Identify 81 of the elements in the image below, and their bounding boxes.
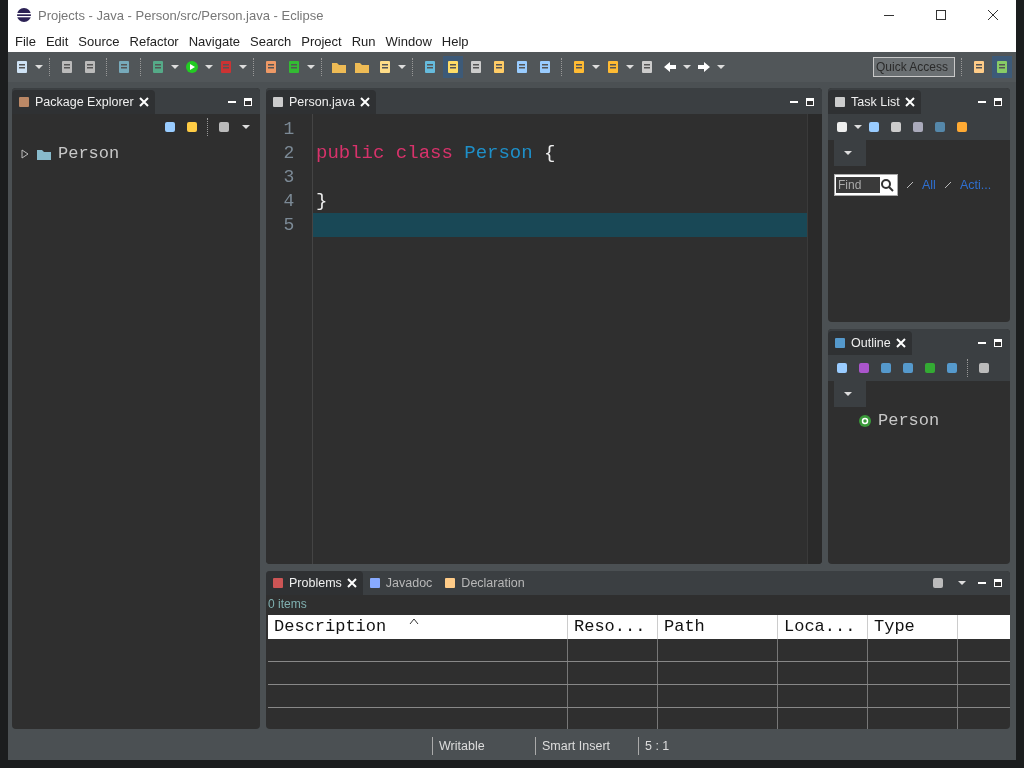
view-tab[interactable]: Person.java (266, 90, 376, 114)
sort-caret-icon (408, 617, 419, 625)
run-icon (184, 59, 200, 75)
menu-item[interactable]: Window (380, 33, 437, 49)
caret-icon (683, 64, 691, 70)
search-icon (880, 178, 894, 192)
close-icon (346, 578, 357, 588)
maximize-button[interactable] (992, 96, 1004, 108)
outline-item[interactable]: Person (878, 411, 940, 430)
view-tab[interactable]: Javadoc (362, 571, 439, 595)
caret-icon (626, 64, 634, 70)
caret-icon (844, 391, 852, 397)
tree-item[interactable]: Person (58, 144, 120, 163)
menu-item[interactable]: File (10, 33, 41, 49)
column-header[interactable]: Loca... (778, 615, 868, 639)
find-field[interactable]: Find (834, 174, 898, 196)
view-tab[interactable]: Task List (828, 90, 921, 114)
maximize-button[interactable] (804, 96, 816, 108)
caret-icon (242, 124, 250, 130)
code-line: } (315, 189, 329, 213)
caret-icon (717, 64, 725, 70)
menu-item[interactable]: Navigate (183, 33, 245, 49)
menu-item[interactable]: Project (296, 33, 347, 49)
view-tab[interactable]: Declaration (438, 571, 531, 595)
menu-item[interactable]: Source (73, 33, 125, 49)
caret-icon (239, 64, 247, 70)
caret-icon (592, 64, 600, 70)
collapsed-icon[interactable] (20, 148, 30, 159)
menu-item[interactable]: Refactor (124, 33, 184, 49)
code-line: public class Person { (315, 141, 557, 165)
status-item: 5 : 1 (638, 737, 741, 755)
window-title: Projects - Java - Person/src/Person.java - Eclipse (38, 7, 325, 23)
arrow-left-icon (662, 59, 678, 75)
caret-icon (205, 64, 213, 70)
item-count: 0 items (267, 596, 308, 613)
maximize-button[interactable] (242, 96, 254, 108)
line-number: 3 (282, 166, 296, 189)
close-icon (360, 97, 370, 107)
maximize-icon (242, 96, 254, 108)
maximize-button[interactable] (992, 577, 1004, 589)
maximize-icon (992, 96, 1004, 108)
java-perspective-button[interactable] (992, 56, 1012, 78)
view-tab[interactable]: Package Explorer (12, 90, 155, 114)
caret-icon (307, 64, 315, 70)
column-header[interactable]: Path (658, 615, 778, 639)
view-tab[interactable]: Outline (828, 331, 912, 355)
maximize-icon (804, 96, 816, 108)
menu-item[interactable]: Help (436, 33, 474, 49)
caret-icon (844, 150, 852, 156)
maximize-button[interactable] (992, 337, 1004, 349)
line-number: 1 (282, 118, 296, 141)
line-number: 4 (282, 190, 296, 213)
caret-icon (398, 64, 406, 70)
caret-icon (171, 64, 179, 70)
close-icon (895, 338, 906, 348)
line-number: 2 (282, 142, 296, 165)
menu-item[interactable]: Search (245, 33, 297, 49)
column-header[interactable]: Description (268, 615, 568, 639)
column-header[interactable]: Type (868, 615, 958, 639)
quick-access-field[interactable]: Quick Access (873, 57, 955, 77)
maximize-icon (936, 10, 946, 20)
menu-item[interactable]: Run (346, 33, 381, 49)
view-tab[interactable]: Problems (266, 571, 363, 595)
caret-icon (35, 64, 43, 70)
maximize-icon (992, 577, 1004, 589)
close-icon (988, 10, 998, 20)
list-icon (514, 59, 530, 75)
caret-icon (958, 580, 966, 586)
close-icon (138, 97, 149, 107)
status-item: Smart Insert (535, 737, 638, 755)
caret-icon (854, 124, 862, 130)
close-icon (904, 97, 915, 107)
eclipse-logo-icon (16, 7, 32, 23)
column-header[interactable]: Reso... (568, 615, 658, 639)
status-item: Writable (432, 737, 535, 755)
highlight-button[interactable] (443, 56, 463, 78)
menu-item[interactable]: Edit (40, 33, 74, 49)
line-number: 5 (282, 214, 296, 237)
maximize-icon (992, 337, 1004, 349)
document-icon (491, 59, 507, 75)
arrow-right-icon (696, 59, 712, 75)
